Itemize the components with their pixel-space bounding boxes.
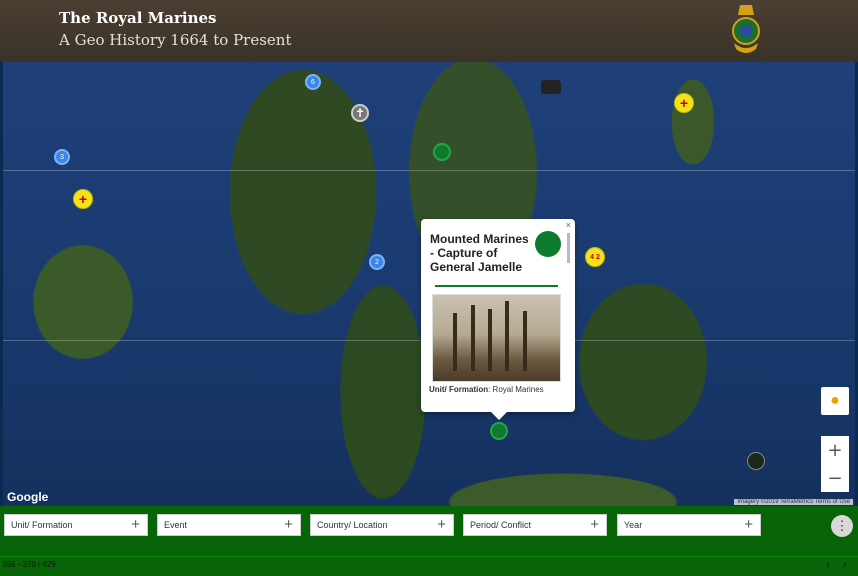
- memorial-marker[interactable]: ✝: [351, 104, 369, 122]
- cluster-marker[interactable]: 2: [369, 254, 385, 270]
- record-count: 366 - 370 / 429: [2, 560, 56, 569]
- unit-marker[interactable]: [433, 143, 451, 161]
- plus-icon[interactable]: +: [590, 515, 599, 535]
- battle-marker[interactable]: +: [73, 189, 93, 209]
- filter-label: Country/ Location: [317, 520, 388, 530]
- filter-label: Unit/ Formation: [11, 520, 73, 530]
- plus-icon[interactable]: +: [437, 515, 446, 535]
- battle-cluster-marker[interactable]: 4 2: [585, 247, 605, 267]
- tank-marker-icon[interactable]: [541, 80, 561, 94]
- cluster-marker[interactable]: 3: [54, 149, 70, 165]
- app-header: The Royal Marines A Geo History 1664 to …: [0, 0, 858, 62]
- plus-icon[interactable]: +: [131, 515, 140, 535]
- info-window-scrollbar[interactable]: [567, 233, 570, 263]
- map-canvas[interactable]: 6 3 2 + + 4 2 ✝ Mounted Marines - Captur…: [3, 62, 855, 506]
- info-window: Mounted Marines - Capture of General Jam…: [421, 219, 575, 420]
- page-title: The Royal Marines: [59, 9, 217, 27]
- emblem-marker-icon[interactable]: [747, 452, 765, 470]
- close-icon[interactable]: ×: [566, 220, 571, 230]
- filter-country-location[interactable]: Country/ Location +: [310, 514, 454, 536]
- filter-label: Event: [164, 520, 188, 530]
- divider: [0, 556, 858, 557]
- pagination-bar: 366 - 370 / 429 ‹ ›: [0, 556, 858, 576]
- filter-label: Period/ Conflict: [470, 520, 532, 530]
- chevron-right-icon[interactable]: ›: [843, 559, 847, 571]
- zoom-in-button[interactable]: +: [821, 436, 849, 464]
- filter-bar: Unit/ Formation + Event + Country/ Locat…: [0, 506, 858, 556]
- info-window-title: Mounted Marines - Capture of General Jam…: [430, 232, 529, 274]
- unit-formation-text: Unit/ Formation: Royal Marines: [429, 385, 544, 394]
- filter-period-conflict[interactable]: Period/ Conflict +: [463, 514, 607, 536]
- filter-label: Year: [624, 520, 643, 530]
- pegman-icon[interactable]: ●: [821, 387, 849, 415]
- filter-year[interactable]: Year +: [617, 514, 761, 536]
- page-subtitle: A Geo History 1664 to Present: [59, 31, 292, 49]
- zoom-control: + −: [821, 436, 849, 492]
- more-options-icon[interactable]: ⋮: [831, 515, 853, 537]
- unit-formation-label: Unit/ Formation: [429, 385, 489, 394]
- plus-icon[interactable]: +: [744, 515, 753, 535]
- unit-marker-selected[interactable]: [490, 422, 508, 440]
- royal-marines-badge-icon: [535, 231, 561, 257]
- royal-marines-crest-logo: [732, 5, 760, 53]
- map-gridline: [3, 170, 855, 171]
- divider: [435, 285, 558, 287]
- event-painting-image: [432, 294, 561, 382]
- filter-event[interactable]: Event +: [157, 514, 301, 536]
- map-attribution[interactable]: Imagery ©2019 TerraMetrics Terms of Use: [734, 499, 853, 505]
- unit-formation-value: : Royal Marines: [488, 385, 544, 394]
- filter-unit-formation[interactable]: Unit/ Formation +: [4, 514, 148, 536]
- chevron-left-icon[interactable]: ‹: [826, 559, 830, 571]
- google-logo: Google: [7, 490, 49, 504]
- zoom-out-button[interactable]: −: [821, 464, 849, 492]
- cluster-marker[interactable]: 6: [305, 74, 321, 90]
- battle-marker[interactable]: +: [674, 93, 694, 113]
- plus-icon[interactable]: +: [284, 515, 293, 535]
